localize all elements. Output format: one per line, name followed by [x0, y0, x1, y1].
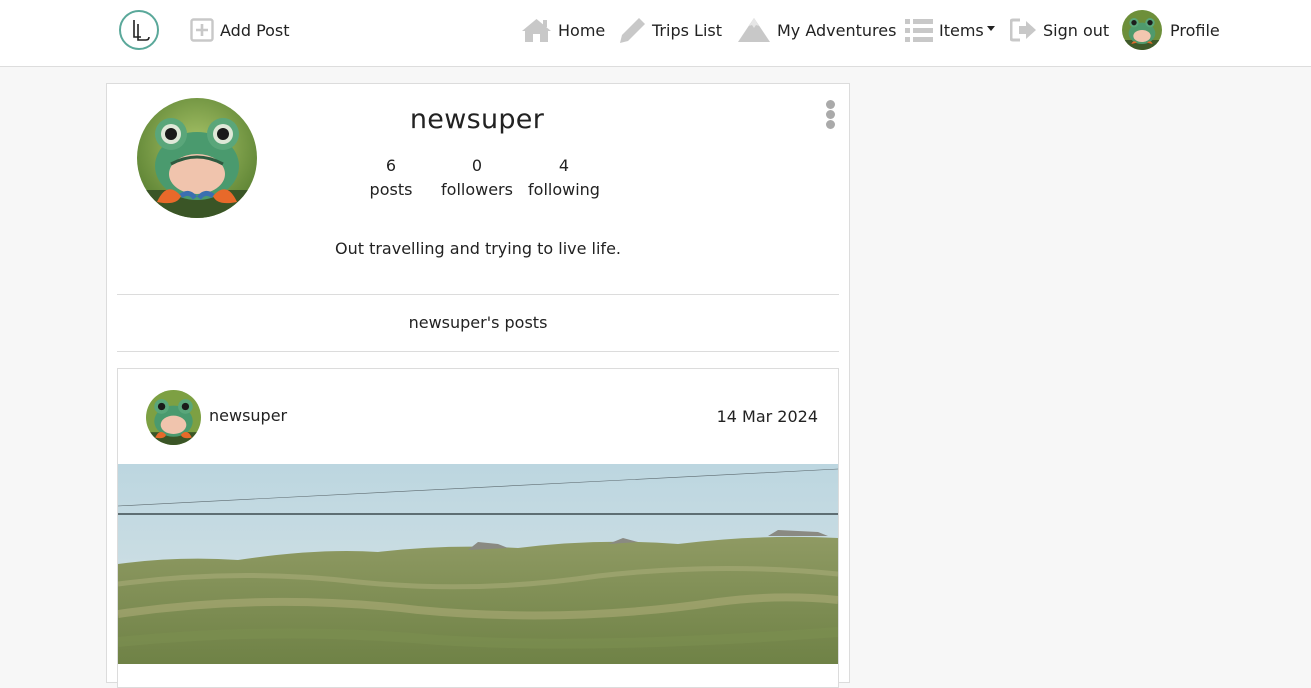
- items-dropdown[interactable]: Items: [905, 14, 995, 46]
- followers-label: followers: [441, 180, 513, 199]
- nav-avatar: [1122, 10, 1162, 50]
- home-link[interactable]: Home: [521, 14, 605, 46]
- divider: [117, 351, 839, 352]
- profile-username: newsuper: [409, 104, 545, 135]
- landscape-photo: [118, 464, 838, 664]
- sign-out-link[interactable]: Sign out: [1010, 14, 1109, 46]
- my-adventures-link[interactable]: My Adventures: [737, 14, 896, 46]
- home-label: Home: [558, 20, 606, 40]
- add-post-link[interactable]: Add Post: [190, 14, 290, 46]
- list-icon: [905, 18, 933, 42]
- posts-label: posts: [369, 180, 413, 199]
- trips-list-link[interactable]: Trips List: [619, 14, 722, 46]
- profile-label: Profile: [1170, 20, 1220, 40]
- mountain-icon: [737, 17, 771, 43]
- post-author[interactable]: newsuper: [209, 406, 287, 425]
- pencil-icon: [619, 17, 646, 44]
- post-image[interactable]: [118, 464, 838, 664]
- more-options-icon[interactable]: [823, 100, 837, 130]
- stat-posts[interactable]: 6 posts: [346, 154, 436, 202]
- profile-bio: Out travelling and trying to live life.: [334, 239, 621, 258]
- post-author-avatar[interactable]: [146, 390, 201, 445]
- profile-card: newsuper 6 posts 0 followers 4 following…: [106, 83, 850, 688]
- stat-following[interactable]: 4 following: [519, 154, 609, 202]
- house-icon: [521, 17, 552, 43]
- add-post-label: Add Post: [220, 20, 290, 40]
- posts-count: 6: [385, 156, 397, 175]
- following-label: following: [528, 180, 600, 199]
- my-adventures-label: My Adventures: [777, 20, 897, 40]
- following-count: 4: [558, 156, 570, 175]
- trips-list-label: Trips List: [652, 20, 722, 40]
- plus-square-icon: [190, 18, 214, 42]
- sign-out-icon: [1010, 18, 1037, 42]
- posts-heading: newsuper's posts: [408, 313, 548, 332]
- frog-avatar-image: [146, 390, 201, 445]
- sign-out-label: Sign out: [1043, 20, 1110, 40]
- items-label: Items: [939, 20, 984, 40]
- frog-avatar-image: [1122, 10, 1162, 50]
- stat-followers[interactable]: 0 followers: [432, 154, 522, 202]
- caret-down-icon: [986, 25, 995, 31]
- ll-logo-icon: [133, 20, 150, 41]
- divider: [117, 294, 839, 295]
- followers-count: 0: [471, 156, 483, 175]
- post-date: 14 Mar 2024: [716, 407, 818, 426]
- profile-link[interactable]: Profile: [1122, 10, 1220, 50]
- post-card[interactable]: newsuper 14 Mar 2024: [117, 368, 839, 688]
- site-logo[interactable]: [119, 10, 159, 50]
- navbar: Add Post Home Trips List My Adventures I…: [0, 0, 1311, 67]
